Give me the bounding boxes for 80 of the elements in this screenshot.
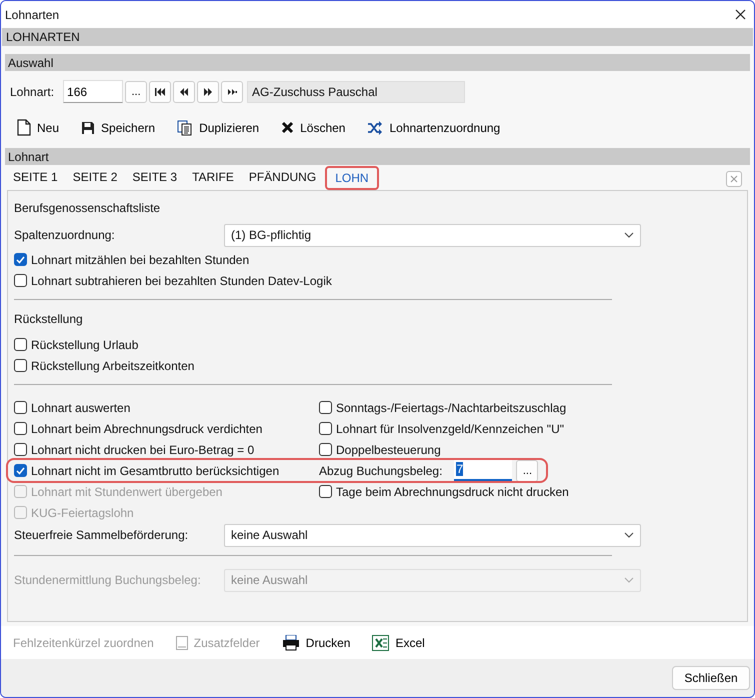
checkbox[interactable] <box>14 274 27 287</box>
toolbar-button[interactable]: Speichern <box>81 118 156 136</box>
tab[interactable]: LOHN <box>325 166 379 190</box>
dropdown[interactable]: keine Auswahl <box>224 524 641 546</box>
close-button[interactable]: Schließen <box>672 666 750 690</box>
checkbox[interactable] <box>319 443 332 456</box>
tab[interactable]: SEITE 3 <box>126 165 184 190</box>
chevron-icon <box>624 577 634 583</box>
field-label: Spaltenzuordnung: <box>14 228 116 242</box>
browse-button[interactable]: ... <box>516 460 538 482</box>
section-bar: Lohnart <box>5 148 750 165</box>
chevron-icon <box>624 532 634 538</box>
tab[interactable]: SEITE 1 <box>7 165 65 190</box>
tab[interactable]: TARIFE <box>186 165 241 190</box>
checkbox-label: Lohnart subtrahieren bei bezahlten Stunden Datev-Logik <box>31 274 332 288</box>
forward-icon <box>202 86 214 96</box>
action-button[interactable]: Excel <box>372 634 425 650</box>
excel-icon <box>372 634 390 650</box>
checkbox[interactable] <box>14 422 27 435</box>
checkbox-label: Lohnart auswerten <box>31 400 130 414</box>
form-icon <box>176 636 188 650</box>
checkbox[interactable] <box>319 485 332 498</box>
toolbar-button[interactable]: Duplizieren <box>177 118 260 138</box>
duplicate-icon <box>177 120 194 136</box>
input-field[interactable]: 7 <box>454 460 512 481</box>
field-label: Steuerfreie Sammelbeförderung: <box>14 528 190 542</box>
checkbox-label: Rückstellung Urlaub <box>31 338 138 352</box>
checkbox-label: Rückstellung Arbeitszeitkonten <box>31 358 194 372</box>
last-button[interactable] <box>221 80 244 102</box>
checkbox[interactable] <box>14 443 27 456</box>
field-label: Abzug Buchungsbeleg: <box>319 464 442 478</box>
close-tab-button[interactable] <box>726 171 742 187</box>
next-button[interactable] <box>197 80 220 102</box>
field-label: Stundenermittlung Buchungsbeleg: <box>14 573 202 587</box>
delete-icon <box>281 121 294 134</box>
tab[interactable]: SEITE 2 <box>66 165 124 190</box>
action-button[interactable]: Drucken <box>282 634 350 650</box>
group-heading: Berufsgenossenschaftsliste <box>14 201 162 215</box>
prev-button[interactable] <box>173 80 196 102</box>
rewind-icon <box>178 86 190 96</box>
close-icon <box>730 175 738 183</box>
checkbox-label: KUG-Feiertagslohn <box>31 506 134 520</box>
printer-icon <box>282 634 300 650</box>
rewind-icon <box>154 86 166 96</box>
toolbar-button[interactable]: Lohnartenzuordnung <box>367 118 500 136</box>
close-icon[interactable] <box>735 9 746 20</box>
field-label: Lohnart: <box>10 84 54 98</box>
checkbox[interactable] <box>14 401 27 414</box>
chevron-icon <box>624 232 634 238</box>
group-heading: Rückstellung <box>14 312 84 326</box>
name-field: AG-Zuschuss Pauschal <box>247 80 466 102</box>
forward-icon <box>226 86 238 96</box>
checkbox[interactable] <box>14 253 27 266</box>
browse-button[interactable]: ... <box>125 80 148 102</box>
window-title: Lohnarten <box>5 8 60 22</box>
checkbox-label: Tage beim Abrechnungsdruck nicht drucken <box>336 484 569 498</box>
checkbox-label: Lohnart für Insolvenzgeld/Kennzeichen "U" <box>336 422 564 436</box>
first-button[interactable] <box>149 80 172 102</box>
checkbox-label: Lohnart mit Stundenwert übergeben <box>31 484 222 498</box>
checkbox-label: Lohnart nicht im Gesamtbrutto berücksichtigen <box>31 464 280 478</box>
checkbox[interactable] <box>14 359 27 372</box>
section-bar: Auswahl <box>5 54 750 71</box>
checkbox[interactable] <box>14 338 27 351</box>
checkbox-label: Sonntags-/Feiertags-/Nachtarbeitszuschlag <box>336 400 566 414</box>
document-icon <box>17 119 31 136</box>
header-bar: LOHNARTEN <box>2 28 753 46</box>
dropdown[interactable]: (1) BG-pflichtig <box>224 224 641 246</box>
checkbox-label: Lohnart mitzählen bei bezahlten Stunden <box>31 252 250 266</box>
shuffle-icon <box>367 120 384 134</box>
checkbox[interactable] <box>319 401 332 414</box>
toolbar-button[interactable]: Neu <box>17 117 60 138</box>
tab[interactable]: PFÄNDUNG <box>242 165 324 190</box>
checkbox[interactable] <box>319 422 332 435</box>
toolbar-button[interactable]: Löschen <box>281 118 346 136</box>
checkbox-label: Doppelbesteuerung <box>336 442 441 456</box>
checkbox-label: Lohnart beim Abrechnungsdruck verdichten <box>31 422 262 436</box>
checkbox[interactable] <box>14 464 27 477</box>
checkbox-label: Lohnart nicht drucken bei Euro-Betrag = 0 <box>31 442 254 456</box>
input-field[interactable]: 166 <box>63 80 124 103</box>
save-icon <box>81 120 96 134</box>
